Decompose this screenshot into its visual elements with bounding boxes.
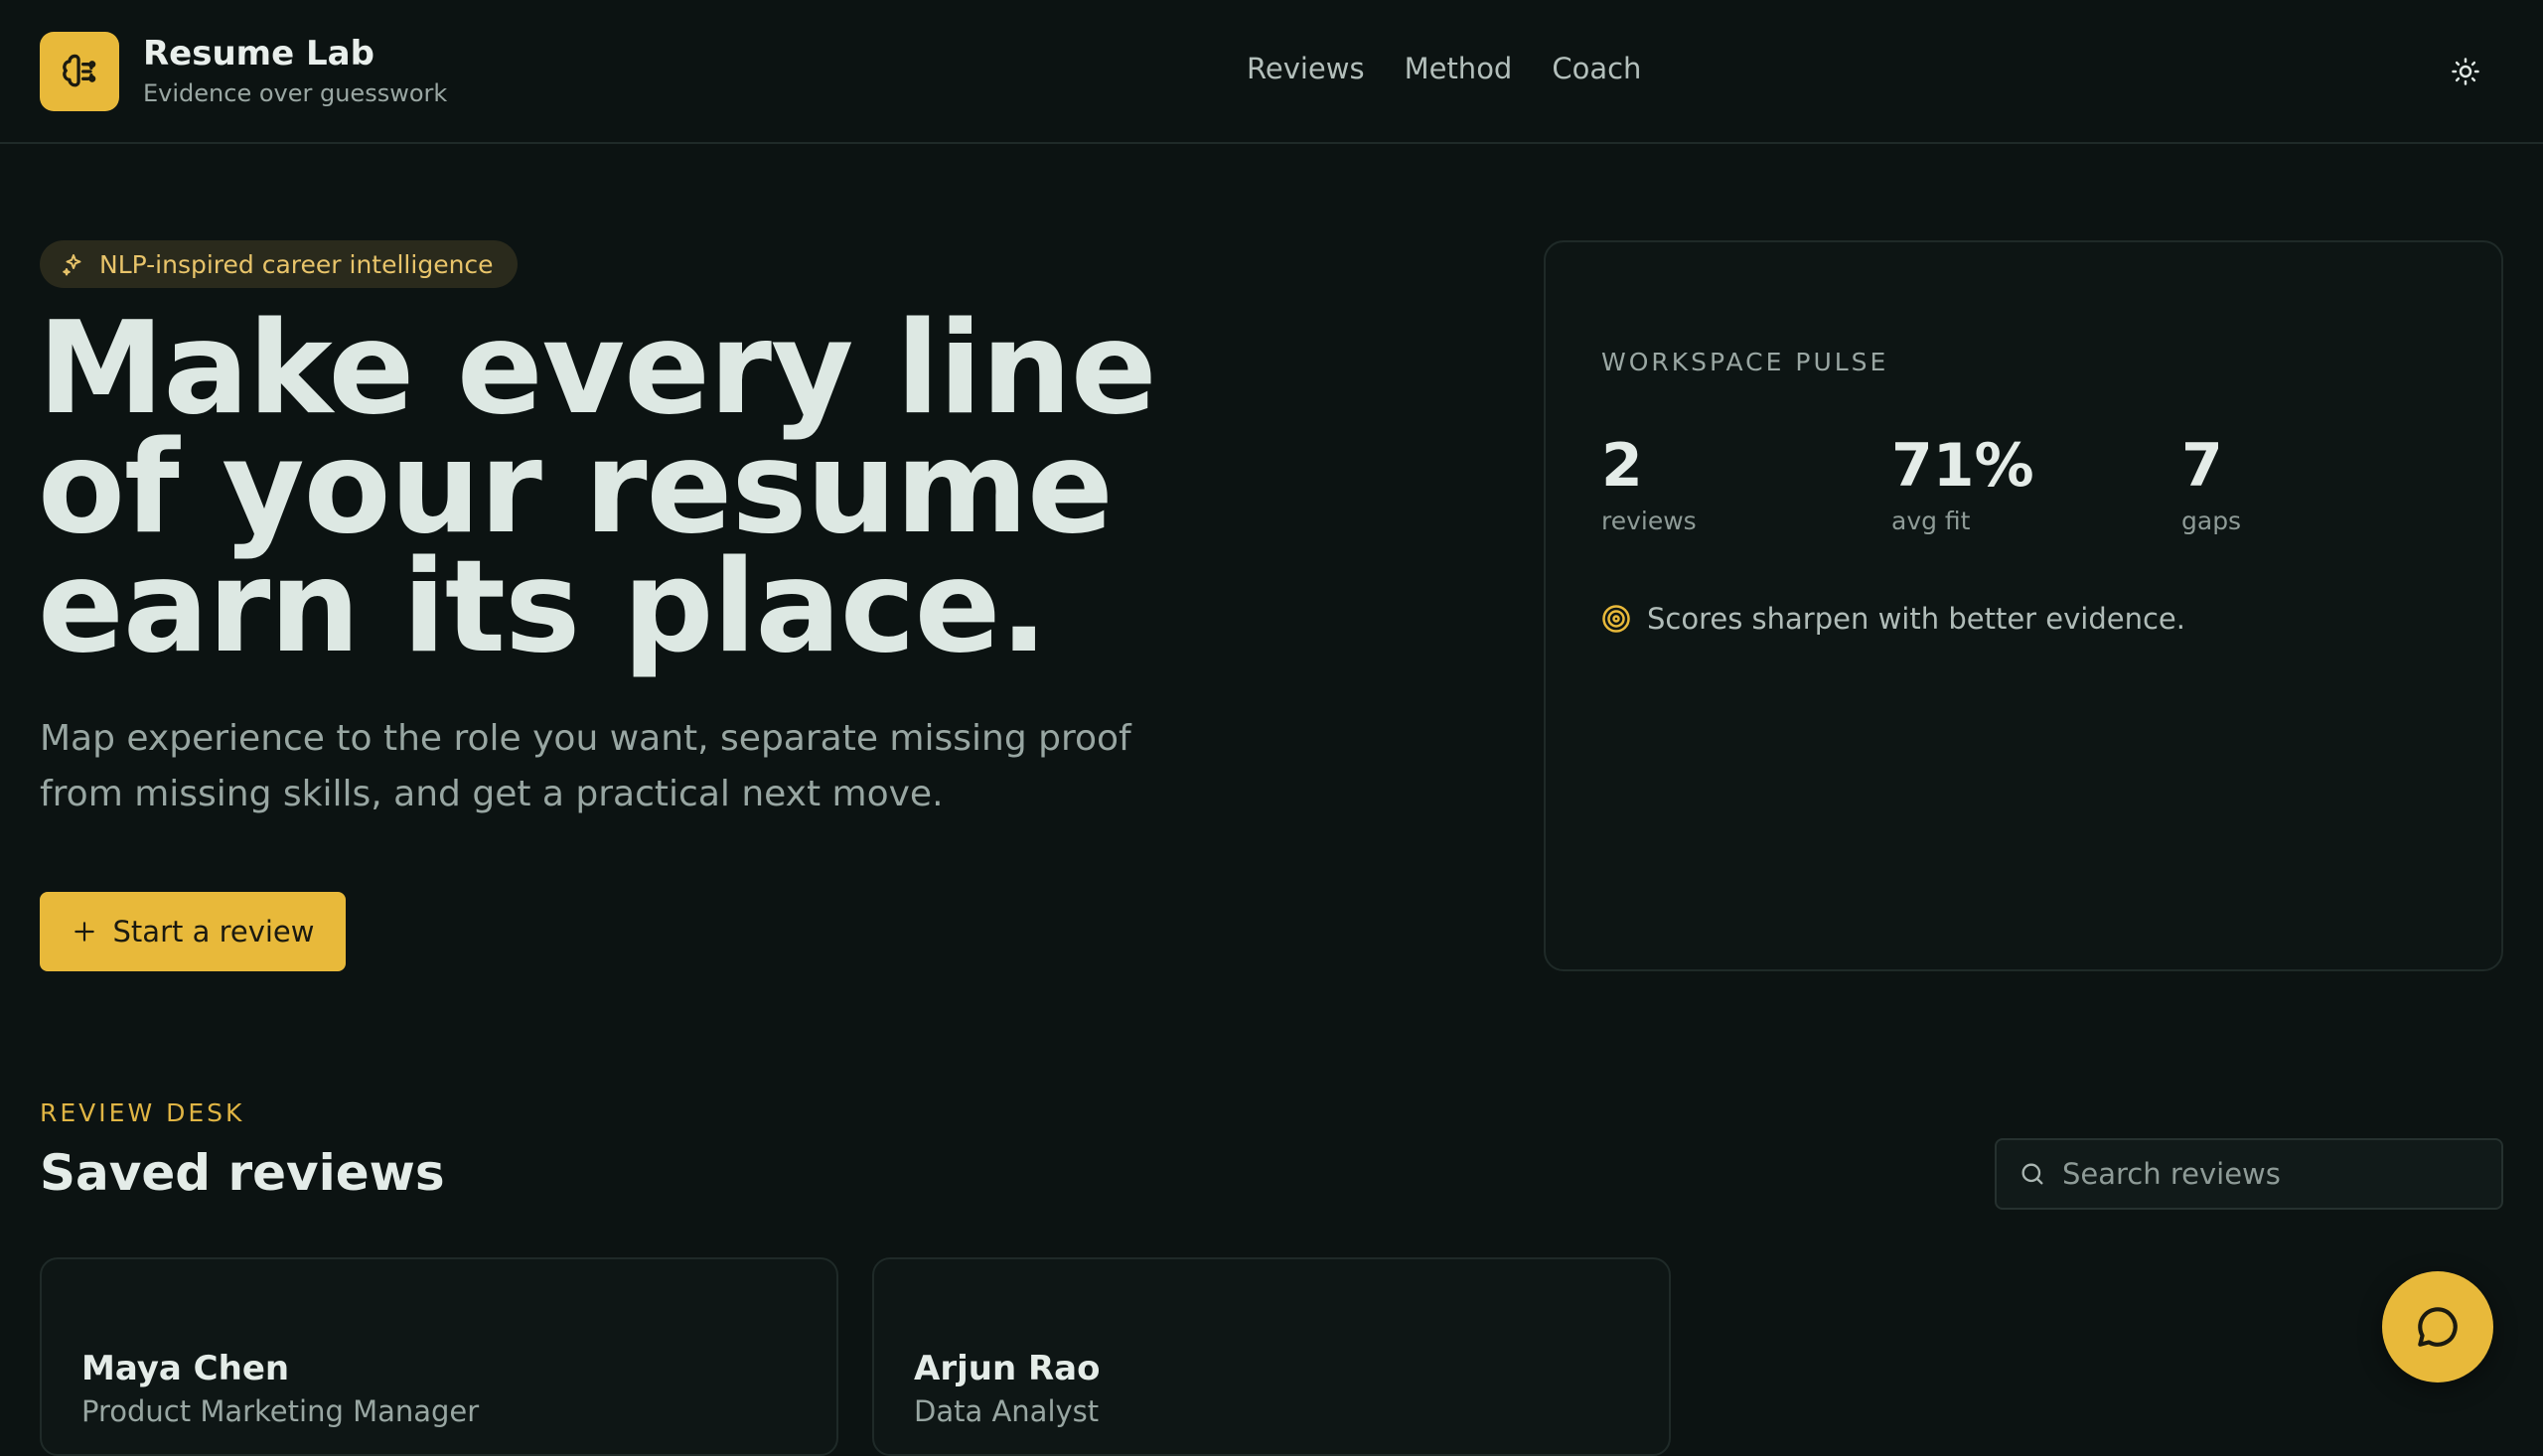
stat-label: gaps	[2181, 507, 2242, 535]
review-card-maya-chen[interactable]: Maya Chen Product Marketing Manager	[40, 1257, 838, 1456]
start-review-button[interactable]: Start a review	[40, 892, 346, 971]
review-card-role: Product Marketing Manager	[81, 1394, 480, 1428]
brand-title: Resume Lab	[143, 34, 374, 73]
review-card-name: Arjun Rao	[914, 1349, 1101, 1388]
chat-button[interactable]	[2382, 1271, 2493, 1383]
pill-text: NLP-inspired career intelligence	[99, 249, 494, 279]
feature-pill: NLP-inspired career intelligence	[40, 240, 518, 288]
start-review-label: Start a review	[112, 915, 315, 948]
brand-logo[interactable]	[40, 32, 119, 111]
review-card-role: Data Analyst	[914, 1394, 1100, 1428]
main-nav: Reviews Method Coach	[1247, 52, 1641, 85]
stat-avg-fit: 71% avg fit	[1891, 431, 2034, 535]
hero-title-line: earn its place.	[38, 533, 1048, 681]
pulse-note: Scores sharpen with better evidence.	[1601, 602, 2185, 636]
stat-label: avg fit	[1891, 507, 1971, 535]
pulse-label: WORKSPACE PULSE	[1601, 348, 1889, 376]
top-header: Resume Lab Evidence over guesswork Revie…	[0, 0, 2543, 144]
brain-icon	[63, 54, 96, 87]
search-icon	[2021, 1163, 2043, 1185]
desk-title: Saved reviews	[40, 1144, 445, 1202]
stat-label: reviews	[1601, 507, 1697, 535]
search-input[interactable]	[2062, 1157, 2479, 1191]
search-box	[1995, 1138, 2503, 1210]
theme-toggle-button[interactable]	[2446, 54, 2485, 89]
pulse-note-text: Scores sharpen with better evidence.	[1647, 602, 2185, 636]
stat-value: 7	[2181, 431, 2223, 501]
stat-value: 71%	[1891, 431, 2034, 501]
hero-description: Map experience to the role you want, sep…	[40, 711, 1212, 822]
stat-value: 2	[1601, 431, 1643, 501]
hero-description-line: Map experience to the role you want, sep…	[40, 718, 1131, 759]
stat-reviews: 2 reviews	[1601, 431, 1697, 535]
review-card-name: Maya Chen	[81, 1349, 290, 1388]
target-icon	[1602, 605, 1630, 633]
nav-reviews[interactable]: Reviews	[1247, 52, 1365, 85]
hero-title: Make every line of your resume earn its …	[38, 295, 1230, 681]
brand-subtitle: Evidence over guesswork	[143, 79, 448, 107]
chat-bubble-icon	[2418, 1307, 2458, 1347]
nav-method[interactable]: Method	[1405, 52, 1513, 85]
plus-icon	[74, 922, 94, 942]
stat-gaps: 7 gaps	[2181, 431, 2241, 535]
hero-description-line: from missing skills, and get a practical…	[40, 774, 944, 814]
hero-title-line: of your resume	[38, 414, 1114, 562]
hero-title-line: Make every line	[38, 295, 1157, 443]
sun-icon	[2452, 58, 2479, 85]
workspace-pulse-card: WORKSPACE PULSE 2 reviews 71% avg fit 7 …	[1544, 240, 2503, 971]
sparkles-icon	[63, 254, 81, 276]
desk-eyebrow: REVIEW DESK	[40, 1098, 245, 1127]
review-card-arjun-rao[interactable]: Arjun Rao Data Analyst	[872, 1257, 1671, 1456]
nav-coach[interactable]: Coach	[1552, 52, 1641, 85]
